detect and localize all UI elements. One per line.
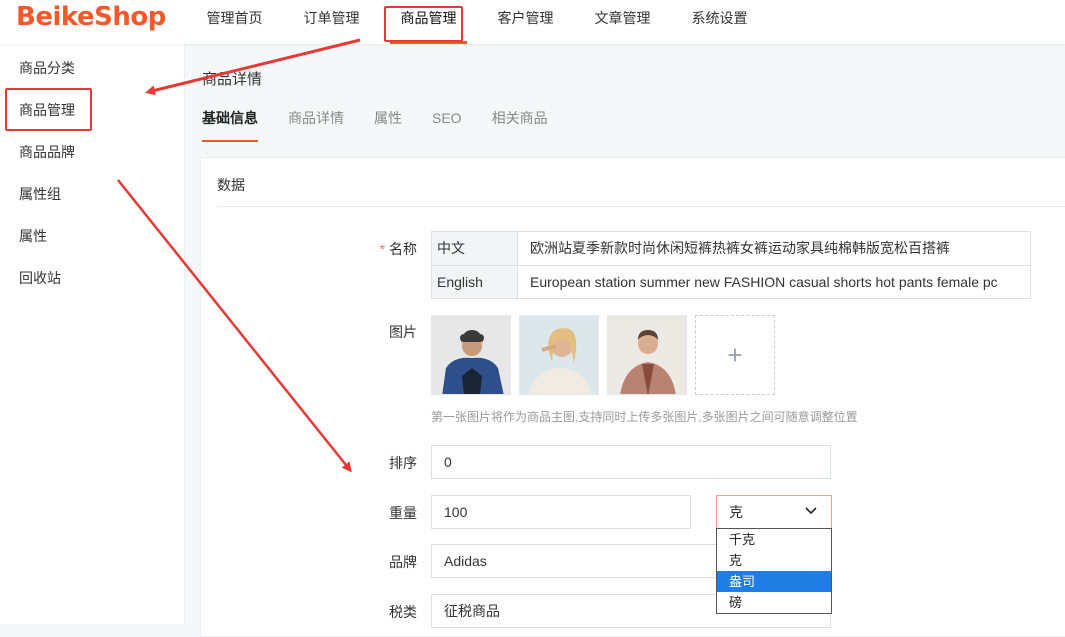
dropdown-option-g[interactable]: 克 xyxy=(717,550,831,571)
weight-unit-select[interactable]: 克 xyxy=(716,495,832,529)
weight-unit-dropdown: 千克 克 盎司 磅 xyxy=(716,528,832,614)
add-image-button[interactable]: + xyxy=(695,315,775,395)
nav-orders[interactable]: 订单管理 xyxy=(283,0,380,44)
lang-label: 中文 xyxy=(432,232,518,265)
sidebar-item-categories[interactable]: 商品分类 xyxy=(19,58,75,78)
logo[interactable]: BeikeShop xyxy=(16,2,166,32)
nav-dashboard[interactable]: 管理首页 xyxy=(186,0,283,44)
annotation-box-sidebar xyxy=(5,88,92,131)
tab-basic-info[interactable]: 基础信息 xyxy=(202,106,258,142)
product-image-thumbnail[interactable] xyxy=(519,315,599,395)
tab-details[interactable]: 商品详情 xyxy=(288,106,344,142)
chevron-down-icon xyxy=(805,507,817,515)
nav-articles[interactable]: 文章管理 xyxy=(574,0,671,44)
sidebar-item-attribute-groups[interactable]: 属性组 xyxy=(19,184,61,204)
card-title: 数据 xyxy=(217,177,245,193)
dropdown-option-kg[interactable]: 千克 xyxy=(717,529,831,550)
dropdown-option-lb[interactable]: 磅 xyxy=(717,592,831,613)
dropdown-option-oz[interactable]: 盎司 xyxy=(717,571,831,592)
product-image-thumbnail[interactable] xyxy=(607,315,687,395)
sort-input[interactable]: 0 xyxy=(431,445,831,479)
nav-settings[interactable]: 系统设置 xyxy=(671,0,768,44)
page-title: 商品详情 xyxy=(202,71,263,88)
top-nav: 管理首页 订单管理 商品管理 客户管理 文章管理 系统设置 xyxy=(186,0,768,44)
lang-label: English xyxy=(432,266,518,298)
required-mark: * xyxy=(379,241,385,257)
weight-unit-value: 克 xyxy=(729,504,743,520)
weight-input[interactable]: 100 xyxy=(431,495,691,529)
name-row-zh: 中文 欧洲站夏季新款时尚休闲短裤热裤女裤运动家具纯棉韩版宽松百搭裤 xyxy=(432,232,1030,265)
data-card: 数据 * 名称 中文 欧洲站夏季新款时尚休闲短裤热裤女裤运动家具纯棉韩版宽松百搭裤… xyxy=(200,157,1065,637)
name-input-en[interactable]: European station summer new FASHION casu… xyxy=(518,266,1030,298)
tab-seo[interactable]: SEO xyxy=(432,106,462,142)
sidebar-item-attributes[interactable]: 属性 xyxy=(19,226,47,246)
product-image-thumbnail[interactable] xyxy=(431,315,511,395)
brand-label: 品牌 xyxy=(389,554,417,570)
tab-attributes[interactable]: 属性 xyxy=(374,106,402,142)
name-row-en: English European station summer new FASH… xyxy=(432,265,1030,298)
name-label: * 名称 xyxy=(379,241,417,257)
sidebar-item-brands[interactable]: 商品品牌 xyxy=(19,142,75,162)
images-label: 图片 xyxy=(389,324,417,340)
sort-label: 排序 xyxy=(389,455,417,471)
plus-icon: + xyxy=(727,339,743,370)
top-header: BeikeShop 管理首页 订单管理 商品管理 客户管理 文章管理 系统设置 xyxy=(0,0,1065,44)
name-table: 中文 欧洲站夏季新款时尚休闲短裤热裤女裤运动家具纯棉韩版宽松百搭裤 Englis… xyxy=(431,231,1031,299)
nav-customers[interactable]: 客户管理 xyxy=(477,0,574,44)
card-divider xyxy=(217,206,1065,207)
main-content: 商品详情 基础信息 商品详情 属性 SEO 相关商品 数据 * 名称 中文 欧洲站… xyxy=(186,44,1065,637)
images-hint: 第一张图片将作为商品主图,支持同时上传多张图片,多张图片之间可随意调整位置 xyxy=(431,410,858,424)
tab-related-products[interactable]: 相关商品 xyxy=(492,106,548,142)
sidebar: 商品分类 商品管理 商品品牌 属性组 属性 回收站 xyxy=(0,44,185,624)
annotation-box-nav xyxy=(384,6,463,42)
name-input-zh[interactable]: 欧洲站夏季新款时尚休闲短裤热裤女裤运动家具纯棉韩版宽松百搭裤 xyxy=(518,232,1030,265)
weight-label: 重量 xyxy=(389,505,417,521)
tax-label: 税类 xyxy=(389,604,417,620)
sidebar-item-recycle-bin[interactable]: 回收站 xyxy=(19,268,61,288)
